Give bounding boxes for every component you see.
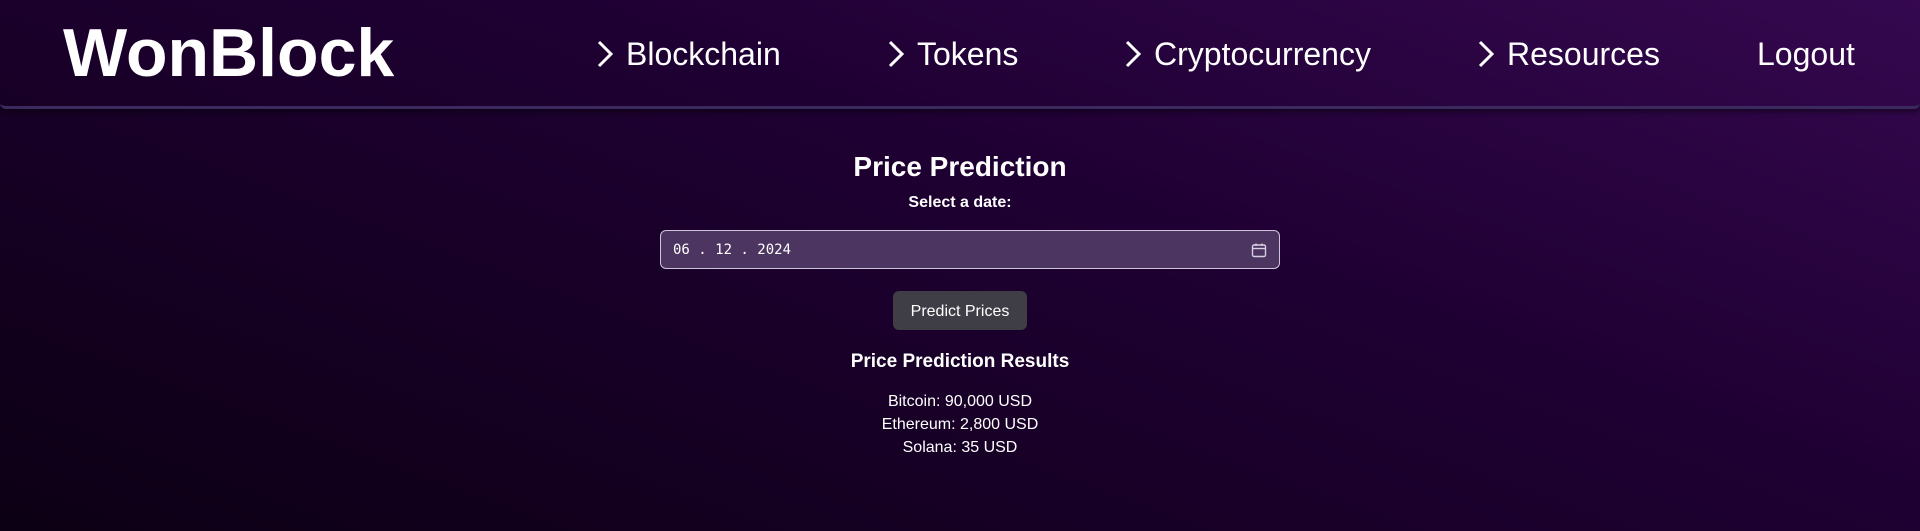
result-item-ethereum: Ethereum: 2,800 USD [881,416,1039,433]
result-item-solana: Solana: 35 USD [902,439,1018,456]
chevron-right-icon [594,38,616,70]
nav-item-label: Tokens [917,35,1019,72]
predict-prices-button[interactable]: Predict Prices [893,291,1027,330]
logout-label: Logout [1757,35,1855,72]
results-title: Price Prediction Results [850,351,1070,372]
chevron-right-icon [885,38,907,70]
nav-item-blockchain[interactable]: Blockchain [594,30,781,78]
nav-item-cryptocurrency[interactable]: Cryptocurrency [1122,30,1371,78]
chevron-right-icon [1122,38,1144,70]
date-input[interactable]: 06 . 12 . 2024 [660,230,1280,269]
nav-item-label: Resources [1507,35,1660,72]
nav-item-tokens[interactable]: Tokens [885,30,1018,78]
date-value[interactable]: 06 . 12 . 2024 [673,242,1251,258]
nav-item-label: Blockchain [626,35,781,72]
chevron-right-icon [1475,38,1497,70]
date-label: Select a date: [908,194,1012,211]
top-navbar: WonBlock Blockchain Tokens Cryptocurrenc… [0,0,1920,109]
brand-logo[interactable]: WonBlock [63,14,394,92]
calendar-icon[interactable] [1251,242,1267,258]
nav-item-resources[interactable]: Resources [1475,30,1660,78]
nav-item-label: Cryptocurrency [1154,35,1371,72]
results-list: Bitcoin: 90,000 USD Ethereum: 2,800 USD … [0,390,1920,459]
page-title: Price Prediction [853,151,1067,182]
result-item-bitcoin: Bitcoin: 90,000 USD [887,393,1033,410]
logout-link[interactable]: Logout [1757,30,1855,78]
